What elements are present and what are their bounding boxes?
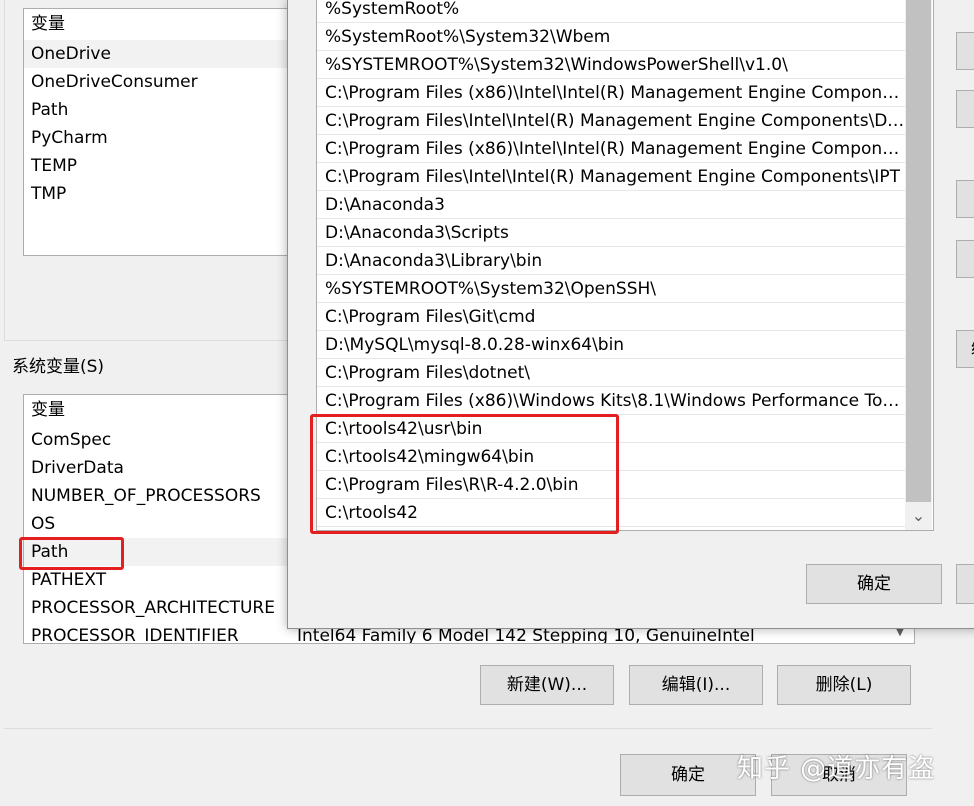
path-entry[interactable]: %SystemRoot%\System32\Wbem bbox=[317, 24, 905, 51]
path-entry[interactable]: C:\Program Files (x86)\Intel\Intel(R) Ma… bbox=[317, 80, 905, 107]
watermark: 知乎 @道亦有盗 bbox=[737, 754, 936, 784]
path-entry[interactable]: D:\Anaconda3\Library\bin bbox=[317, 248, 905, 275]
system-var-number-of-processors[interactable]: NUMBER_OF_PROCESSORS bbox=[31, 482, 261, 510]
system-var-os[interactable]: OS bbox=[31, 510, 55, 538]
edit-dialog-ok-button[interactable]: 确定 bbox=[806, 564, 942, 604]
user-var-path[interactable]: Path bbox=[31, 96, 68, 124]
system-var-driverdata[interactable]: DriverData bbox=[31, 454, 124, 482]
user-var-temp[interactable]: TEMP bbox=[31, 152, 77, 180]
user-var-onedrive[interactable]: OneDrive bbox=[31, 40, 111, 68]
edit-variable-button[interactable]: 编辑(I)... bbox=[629, 665, 763, 705]
path-entry[interactable]: C:\Program Files (x86)\Windows Kits\8.1\… bbox=[317, 388, 905, 415]
system-vars-header: 变量 bbox=[31, 400, 65, 420]
chevron-down-icon[interactable]: ⌄ bbox=[905, 502, 932, 530]
user-var-tmp[interactable]: TMP bbox=[31, 180, 66, 208]
system-var-processor-architecture[interactable]: PROCESSOR_ARCHITECTURE bbox=[31, 594, 275, 622]
system-var-comspec[interactable]: ComSpec bbox=[31, 426, 111, 454]
path-entry[interactable]: %SYSTEMROOT%\System32\WindowsPowerShell\… bbox=[317, 52, 905, 79]
system-var-pathext[interactable]: PATHEXT bbox=[31, 566, 106, 594]
delete-variable-button[interactable]: 删除(L) bbox=[777, 665, 911, 705]
path-entry[interactable]: C:\Program Files (x86)\Intel\Intel(R) Ma… bbox=[317, 136, 905, 163]
path-entry[interactable]: C:\Program Files\Intel\Intel(R) Manageme… bbox=[317, 108, 905, 135]
path-entry[interactable]: D:\MySQL\mysql-8.0.28-winx64\bin bbox=[317, 332, 905, 359]
scrollbar-thumb[interactable] bbox=[906, 0, 931, 502]
user-vars-list[interactable]: 变量 OneDrive OneDriveConsumer Path PyChar… bbox=[23, 8, 295, 256]
edit-dialog-side-button[interactable] bbox=[956, 180, 974, 218]
system-path-highlight-box bbox=[19, 537, 124, 570]
edit-dialog-cancel-button[interactable] bbox=[956, 564, 974, 604]
path-entry[interactable]: D:\Anaconda3\Scripts bbox=[317, 220, 905, 247]
path-entry[interactable]: D:\Anaconda3 bbox=[317, 192, 905, 219]
path-entry[interactable]: C:\Program Files\Git\cmd bbox=[317, 304, 905, 331]
user-var-onedriveconsumer[interactable]: OneDriveConsumer bbox=[31, 68, 198, 96]
path-entry[interactable]: C:\Program Files\dotnet\ bbox=[317, 360, 905, 387]
system-vars-label: 系统变量(S) bbox=[12, 357, 105, 377]
new-variable-button[interactable]: 新建(W)... bbox=[480, 665, 614, 705]
edit-dialog-side-button[interactable]: 编 bbox=[956, 330, 974, 368]
user-var-pycharm[interactable]: PyCharm bbox=[31, 124, 108, 152]
path-entry[interactable]: C:\Program Files\Intel\Intel(R) Manageme… bbox=[317, 164, 905, 191]
bottom-group-divider bbox=[4, 728, 932, 729]
edit-path-dialog: %SystemRoot% %SystemRoot%\System32\Wbem … bbox=[287, 0, 974, 629]
edit-dialog-side-button[interactable] bbox=[956, 90, 974, 128]
user-vars-group-edge bbox=[4, 0, 5, 340]
user-vars-group-divider bbox=[4, 340, 304, 341]
path-list-scrollbar[interactable]: ⌄ bbox=[905, 0, 932, 530]
rtools-paths-highlight-box bbox=[310, 414, 619, 534]
user-vars-header: 变量 bbox=[31, 14, 65, 34]
system-var-processor-identifier[interactable]: PROCESSOR_IDENTIFIER bbox=[31, 622, 239, 643]
ok-button[interactable]: 确定 bbox=[620, 754, 756, 796]
edit-dialog-side-button[interactable] bbox=[956, 32, 974, 70]
path-entry[interactable]: %SYSTEMROOT%\System32\OpenSSH\ bbox=[317, 276, 905, 303]
path-entry[interactable]: %SystemRoot% bbox=[317, 0, 905, 23]
edit-dialog-side-button[interactable] bbox=[956, 240, 974, 278]
